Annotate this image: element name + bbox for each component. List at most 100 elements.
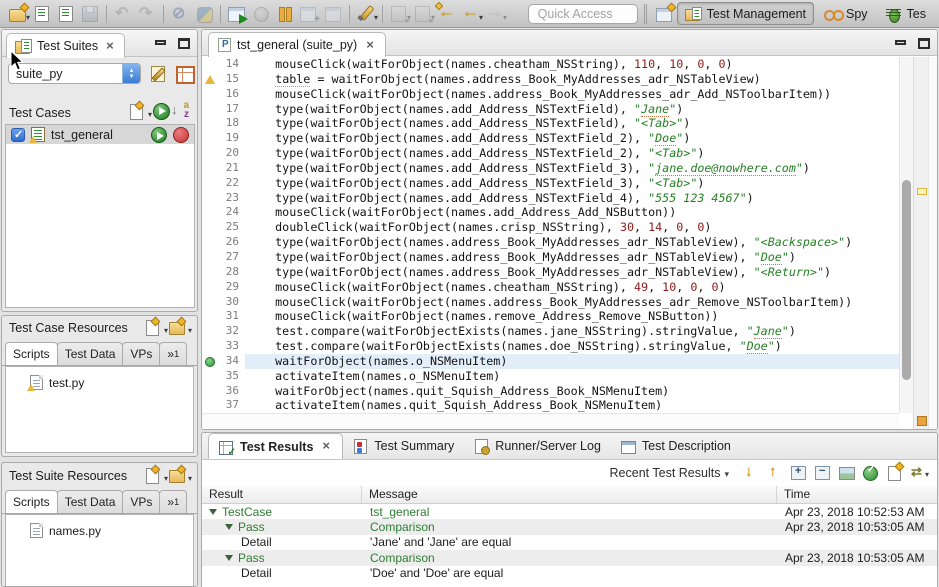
column-message[interactable]: Message <box>362 486 777 503</box>
result-row[interactable]: PassComparisonApr 23, 2018 10:53:05 AM <box>202 519 937 534</box>
new-test-suite-icon[interactable] <box>6 2 30 26</box>
tab-overflow[interactable]: »1 <box>159 490 187 513</box>
code-line-32[interactable]: 32 test.compare(waitForObjectExists(name… <box>202 324 899 339</box>
ruler-warning-marker[interactable] <box>917 188 927 195</box>
code-line-23[interactable]: 23 type(waitForObject(names.add_Address_… <box>202 191 899 206</box>
file-row-test-py[interactable]: test.py <box>30 375 193 390</box>
perspective-test-management[interactable]: Test Management <box>677 2 814 25</box>
recent-test-results-dropdown[interactable]: Recent Test Results <box>610 466 729 480</box>
editor-tab-tst-general[interactable]: tst_general (suite_py) <box>208 32 386 57</box>
current-marker-icon[interactable] <box>202 354 218 369</box>
code-line-20[interactable]: 20 type(waitForObject(names.add_Address_… <box>202 146 899 161</box>
perspective-spy[interactable]: Spy <box>817 2 875 25</box>
new-report-icon[interactable] <box>884 463 905 483</box>
quick-access-input[interactable] <box>528 4 638 24</box>
code-lines[interactable]: 14 mouseClick(waitForObject(names.cheath… <box>202 57 899 413</box>
new-folder-icon[interactable] <box>168 318 192 337</box>
close-icon[interactable] <box>105 41 116 52</box>
code-line-17[interactable]: 17 type(waitForObject(names.add_Address_… <box>202 102 899 117</box>
code-line-37[interactable]: 37 activateItem(names.quit_Squish_Addres… <box>202 398 899 413</box>
code-line-33[interactable]: 33 test.compare(waitForObjectExists(name… <box>202 339 899 354</box>
code-line-15[interactable]: 15 table = waitForObject(names.address_B… <box>202 72 899 87</box>
maximize-button[interactable] <box>178 38 190 49</box>
new-test-case-icon[interactable] <box>128 102 152 121</box>
back-arrow-icon[interactable] <box>459 2 483 26</box>
expander-icon[interactable] <box>225 555 233 561</box>
code-line-16[interactable]: 16 mouseClick(waitForObject(names.addres… <box>202 87 899 102</box>
tab-scripts[interactable]: Scripts <box>5 490 58 513</box>
result-row[interactable]: PassComparisonApr 23, 2018 10:53:05 AM <box>202 550 937 565</box>
next-result-down-arrow-icon[interactable] <box>740 463 761 483</box>
tab-vps[interactable]: VPs <box>122 342 160 365</box>
tab-test-description[interactable]: Test Description <box>611 433 741 459</box>
show-passes-icon[interactable] <box>860 463 881 483</box>
tab-test-data[interactable]: Test Data <box>57 342 124 365</box>
new-file-icon[interactable] <box>144 318 168 337</box>
previous-result-up-arrow-icon[interactable] <box>764 463 785 483</box>
suite-selector[interactable]: suite_py <box>8 63 141 84</box>
expander-icon[interactable] <box>209 509 217 515</box>
minimize-button[interactable] <box>895 40 906 45</box>
expand-all-icon[interactable] <box>788 463 809 483</box>
perspective-test-center[interactable]: Tes <box>878 2 933 25</box>
result-row[interactable]: TestCasetst_generalApr 23, 2018 10:52:53… <box>202 504 937 519</box>
code-line-22[interactable]: 22 type(waitForObject(names.add_Address_… <box>202 176 899 191</box>
object-highlight-brush-icon[interactable] <box>354 2 378 26</box>
code-line-26[interactable]: 26 type(waitForObject(names.address_Book… <box>202 235 899 250</box>
result-row[interactable]: Detail'Doe' and 'Doe' are equal <box>202 566 937 581</box>
code-line-25[interactable]: 25 doubleClick(waitForObject(names.crisp… <box>202 220 899 235</box>
editor-vertical-scrollbar[interactable] <box>899 57 913 413</box>
sort-az-icon[interactable]: az <box>171 102 191 121</box>
run-test-case-icon[interactable] <box>151 127 167 143</box>
result-row[interactable]: Detail'Jane' and 'Jane' are equal <box>202 535 937 550</box>
run-test-suite-icon[interactable] <box>152 102 171 121</box>
suite-settings-icon[interactable] <box>149 64 169 83</box>
editor-horizontal-scrollbar[interactable] <box>202 413 899 430</box>
copy-test-suite-icon[interactable] <box>30 2 54 26</box>
tab-vps[interactable]: VPs <box>122 490 160 513</box>
record-test-case-icon[interactable] <box>173 127 189 143</box>
code-line-34[interactable]: 34 waitForObject(names.o_NSMenuItem) <box>202 354 899 369</box>
column-time[interactable]: Time <box>777 486 937 503</box>
test-case-row-tst-general[interactable]: tst_general <box>6 125 194 144</box>
minimize-button[interactable] <box>155 40 166 45</box>
code-line-27[interactable]: 27 type(waitForObject(names.address_Book… <box>202 250 899 265</box>
run-test-suite-icon[interactable] <box>225 2 249 26</box>
ruler-bottom-marker[interactable] <box>917 416 927 426</box>
scrollbar-thumb[interactable] <box>902 180 911 380</box>
code-line-29[interactable]: 29 mouseClick(waitForObject(names.cheath… <box>202 280 899 295</box>
open-perspective-button[interactable] <box>653 2 677 26</box>
code-line-30[interactable]: 30 mouseClick(waitForObject(names.addres… <box>202 295 899 310</box>
tab-test-results[interactable]: Test Results <box>208 433 343 459</box>
tab-test-summary[interactable]: Test Summary <box>343 433 464 459</box>
file-row-names-py[interactable]: names.py <box>30 523 193 538</box>
code-line-36[interactable]: 36 waitForObject(names.quit_Squish_Addre… <box>202 384 899 399</box>
code-line-31[interactable]: 31 mouseClick(waitForObject(names.remove… <box>202 309 899 324</box>
pause-icon[interactable] <box>273 2 297 26</box>
code-line-35[interactable]: 35 activateItem(names.o_NSMenuItem) <box>202 369 899 384</box>
close-icon[interactable] <box>321 441 332 452</box>
screenshot-icon[interactable] <box>836 463 857 483</box>
new-file-icon[interactable] <box>144 466 168 485</box>
tab-test-data[interactable]: Test Data <box>57 490 124 513</box>
code-line-24[interactable]: 24 mouseClick(waitForObject(names.add_Ad… <box>202 205 899 220</box>
expander-icon[interactable] <box>225 524 233 530</box>
warning-marker-icon[interactable] <box>202 72 218 87</box>
import-export-icon[interactable] <box>908 463 929 483</box>
tab-scripts[interactable]: Scripts <box>5 342 58 365</box>
tab-overflow[interactable]: »1 <box>159 342 187 365</box>
maximize-button[interactable] <box>918 38 930 49</box>
copy-test-case-icon[interactable] <box>54 2 78 26</box>
code-line-14[interactable]: 14 mouseClick(waitForObject(names.cheath… <box>202 57 899 72</box>
code-line-19[interactable]: 19 type(waitForObject(names.add_Address_… <box>202 131 899 146</box>
code-line-28[interactable]: 28 type(waitForObject(names.address_Book… <box>202 265 899 280</box>
new-folder-icon[interactable] <box>168 466 192 485</box>
tab-runner-server-log[interactable]: Runner/Server Log <box>464 433 611 459</box>
last-edit-location-icon[interactable] <box>435 2 459 26</box>
suite-config-table-icon[interactable] <box>174 64 193 83</box>
checkbox-checked-icon[interactable] <box>11 128 25 142</box>
combo-stepper-icon[interactable] <box>122 64 140 83</box>
column-result[interactable]: Result <box>202 486 362 503</box>
collapse-all-icon[interactable] <box>812 463 833 483</box>
close-icon[interactable] <box>365 40 376 51</box>
